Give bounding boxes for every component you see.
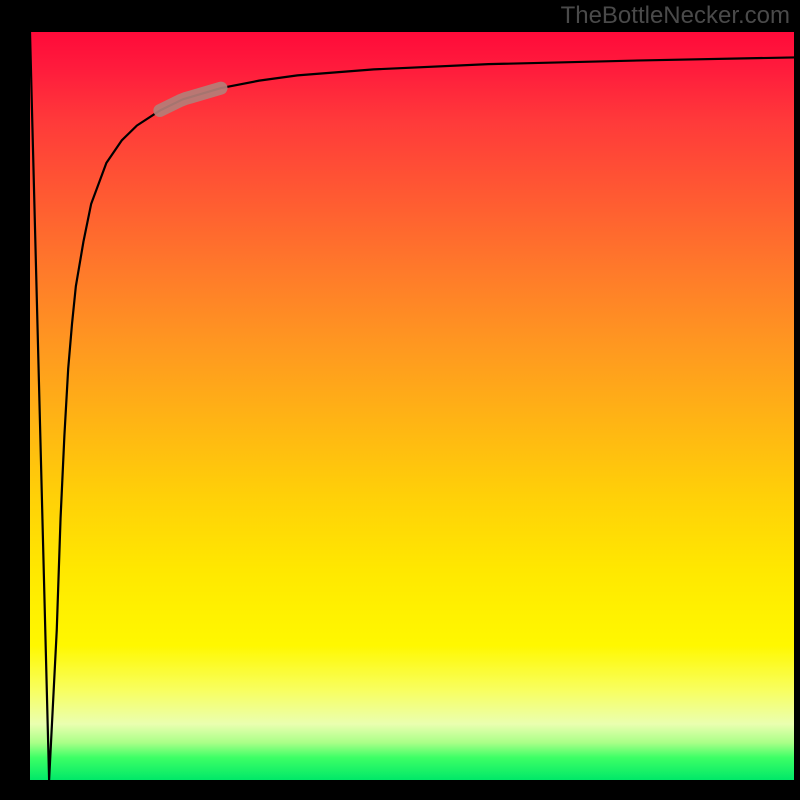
- curve-highlight-segment: [160, 88, 221, 110]
- chart-frame-right: [794, 0, 800, 800]
- chart-curve-layer: [30, 32, 794, 780]
- chart-frame-left: [0, 0, 30, 800]
- bottleneck-curve: [30, 32, 794, 780]
- chart-frame-bottom: [0, 780, 800, 800]
- watermark-text: TheBottleNecker.com: [561, 2, 790, 30]
